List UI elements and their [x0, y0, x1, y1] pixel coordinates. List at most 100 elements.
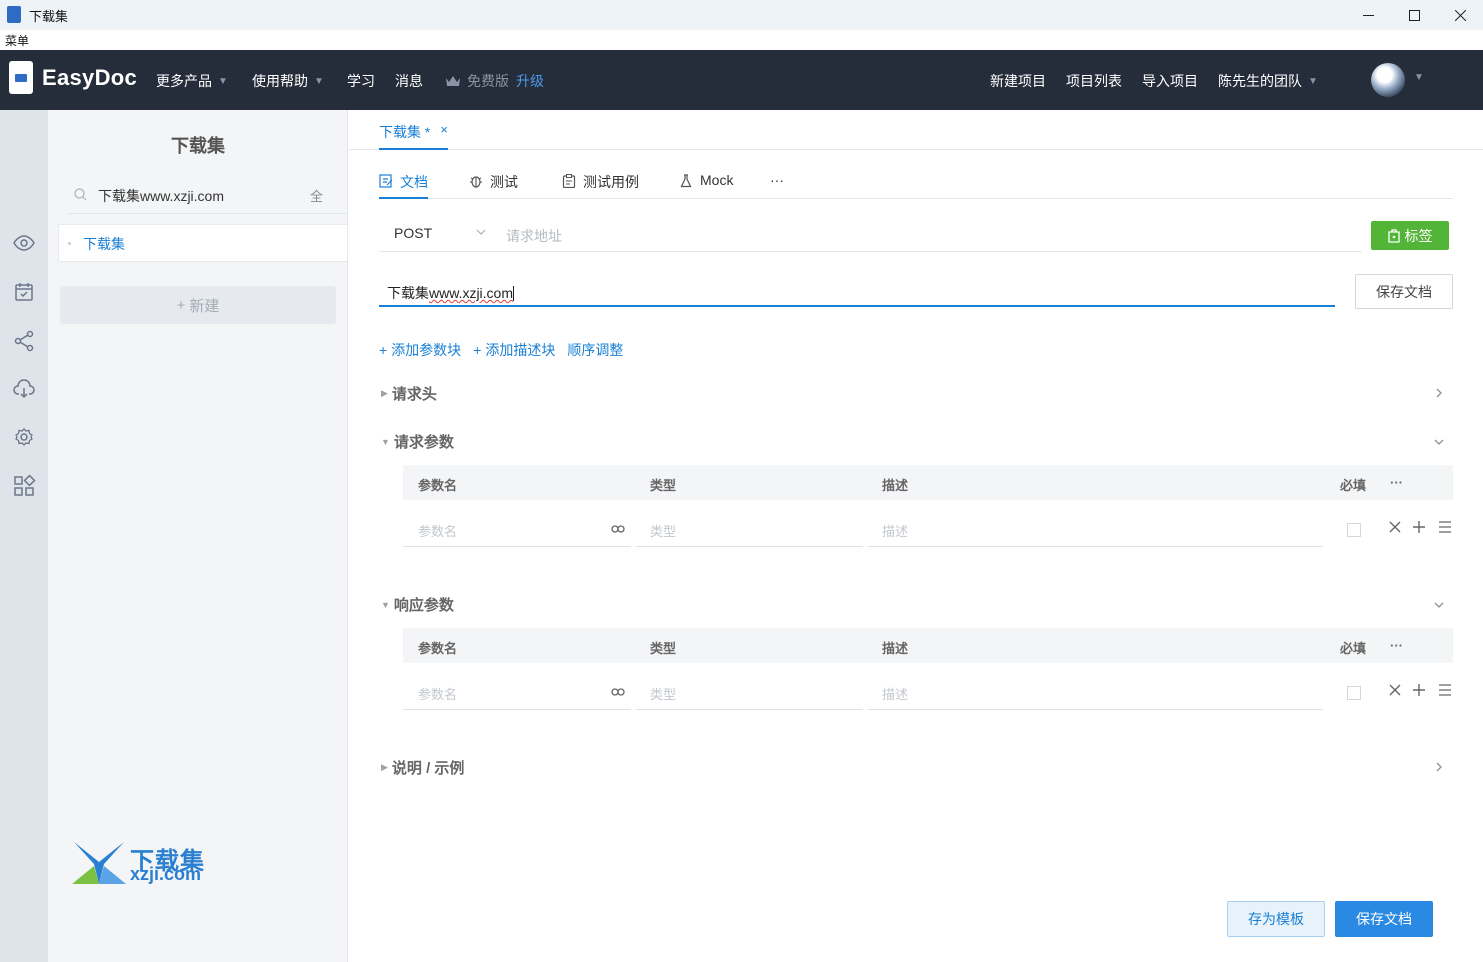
chevron-down-icon: ▼	[218, 75, 228, 87]
doc-title-suffix: www.xzji.com	[429, 285, 514, 301]
save-doc-button[interactable]: 保存文档	[1355, 274, 1453, 309]
col-name: 参数名	[418, 478, 458, 493]
nav-learn[interactable]: 学习	[347, 71, 375, 91]
new-button-label: 新建	[189, 297, 220, 315]
flask-icon	[680, 174, 692, 188]
col-desc: 描述	[882, 478, 909, 493]
menu-item[interactable]: 菜单	[5, 32, 29, 49]
col-name: 参数名	[418, 641, 458, 656]
tab-label: 下载集 *	[379, 124, 431, 140]
project-sidebar: 下载集 下载集www.xzji.com 全 下载集 + 新建 下载集 xzji.…	[48, 110, 348, 962]
tree-item[interactable]: 下载集	[58, 224, 348, 262]
method-select[interactable]: POST	[394, 225, 432, 241]
tab-test-label: 测试	[490, 174, 518, 190]
chevron-down-icon: ▼	[1414, 72, 1424, 83]
share-icon[interactable]	[12, 329, 36, 353]
search-all-toggle[interactable]: 全	[310, 186, 323, 205]
minimize-button[interactable]	[1345, 0, 1391, 30]
delete-row-icon[interactable]	[1387, 519, 1403, 535]
chevron-down-icon[interactable]	[1433, 599, 1445, 611]
add-desc-block-button[interactable]: + 添加描述块	[473, 340, 555, 360]
watermark-icon	[72, 842, 126, 884]
doc-title-input[interactable]: 下载集www.xzji.com	[379, 273, 1335, 307]
tab-more[interactable]: ···	[770, 172, 784, 199]
add-row-icon[interactable]	[1411, 519, 1427, 535]
delete-row-icon[interactable]	[1387, 682, 1403, 698]
menu-bar: 菜单	[0, 30, 1483, 50]
close-tab-icon[interactable]: ×	[440, 122, 448, 148]
upgrade-link[interactable]: 升级	[516, 71, 544, 91]
nav-help[interactable]: 使用帮助 ▼	[252, 71, 324, 91]
maximize-button[interactable]	[1391, 0, 1437, 30]
section-response-params[interactable]: ▼ 响应参数	[381, 594, 454, 615]
close-window-button[interactable]	[1437, 0, 1483, 30]
avatar[interactable]	[1371, 63, 1405, 97]
nav-import-project[interactable]: 导入项目	[1142, 71, 1198, 91]
eye-icon[interactable]	[12, 231, 36, 255]
nav-project-list[interactable]: 项目列表	[1066, 71, 1122, 91]
drag-handle-icon[interactable]	[1437, 682, 1453, 698]
bullet-icon	[68, 242, 71, 245]
document-tab-bar: 下载集 * ×	[349, 110, 1483, 150]
text-cursor	[513, 286, 515, 301]
watermark-logo: 下载集 xzji.com	[72, 840, 212, 888]
team-selector[interactable]: 陈先生的团队 ▼	[1218, 71, 1318, 91]
chevron-down-icon[interactable]	[475, 226, 487, 238]
drag-handle-icon[interactable]	[1437, 519, 1453, 535]
param-name-input[interactable]: 参数名	[403, 511, 631, 547]
tab-mock[interactable]: Mock	[679, 172, 733, 199]
main-content: 下载集 * × 文档 测试 测试用例 Mock ··· POST 请求地址 标签…	[349, 110, 1483, 962]
save-as-template-button[interactable]: 存为模板	[1227, 901, 1325, 937]
table-more-icon[interactable]: ···	[1390, 638, 1403, 653]
required-checkbox[interactable]	[1347, 523, 1361, 537]
link-icon[interactable]	[611, 687, 625, 697]
avatar-menu[interactable]: ▼	[1414, 72, 1424, 83]
param-type-input[interactable]: 类型	[636, 511, 863, 547]
request-url-row: POST 请求地址	[379, 216, 1362, 252]
calendar-icon[interactable]	[12, 280, 36, 304]
param-desc-input[interactable]: 描述	[868, 511, 1323, 547]
request-url-input[interactable]: 请求地址	[506, 226, 562, 246]
nav-new-project[interactable]: 新建项目	[990, 71, 1046, 91]
param-desc-input[interactable]: 描述	[868, 674, 1323, 710]
logo-icon	[9, 61, 33, 94]
tab-test-cases[interactable]: 测试用例	[562, 172, 639, 199]
required-checkbox[interactable]	[1347, 686, 1361, 700]
tab-doc[interactable]: 文档	[379, 172, 428, 199]
param-name-input[interactable]: 参数名	[403, 674, 631, 710]
chevron-down-icon: ▼	[314, 75, 324, 87]
save-doc-primary-button[interactable]: 保存文档	[1335, 901, 1433, 937]
nav-messages[interactable]: 消息	[395, 71, 423, 91]
action-label: 添加参数块	[391, 342, 462, 358]
table-more-icon[interactable]: ···	[1390, 475, 1403, 490]
table-row: 参数名 类型 描述	[403, 511, 1453, 547]
section-label: 响应参数	[393, 597, 454, 614]
link-icon[interactable]	[611, 524, 625, 534]
add-row-icon[interactable]	[1411, 682, 1427, 698]
section-label: 请求参数	[393, 434, 454, 451]
tag-button[interactable]: 标签	[1371, 221, 1449, 250]
search-input[interactable]: 下载集www.xzji.com 全	[68, 174, 348, 214]
apps-icon[interactable]	[12, 474, 36, 498]
cloud-download-icon[interactable]	[12, 377, 36, 401]
section-request-params[interactable]: ▼ 请求参数	[381, 431, 454, 452]
chevron-right-icon[interactable]	[1433, 387, 1445, 399]
settings-icon[interactable]	[12, 425, 36, 449]
tab-document[interactable]: 下载集 * ×	[379, 110, 448, 150]
view-tabs: 文档 测试 测试用例 Mock ···	[379, 168, 1453, 199]
nav-more-products[interactable]: 更多产品 ▼	[156, 71, 228, 91]
tag-icon	[1387, 228, 1400, 243]
caret-right-icon: ▶	[381, 388, 388, 398]
brand-name: EasyDoc	[42, 65, 138, 90]
add-param-block-button[interactable]: + 添加参数块	[379, 340, 461, 360]
param-type-input[interactable]: 类型	[636, 674, 863, 710]
section-notes[interactable]: ▶ 说明 / 示例	[381, 757, 464, 778]
caret-right-icon: ▶	[381, 762, 388, 772]
chevron-right-icon[interactable]	[1433, 761, 1445, 773]
team-label: 陈先生的团队	[1218, 73, 1302, 89]
section-request-headers[interactable]: ▶ 请求头	[381, 383, 437, 404]
tab-test[interactable]: 测试	[469, 172, 518, 199]
chevron-down-icon[interactable]	[1433, 436, 1445, 448]
new-button[interactable]: + 新建	[60, 286, 336, 324]
reorder-button[interactable]: 顺序调整	[567, 340, 623, 360]
